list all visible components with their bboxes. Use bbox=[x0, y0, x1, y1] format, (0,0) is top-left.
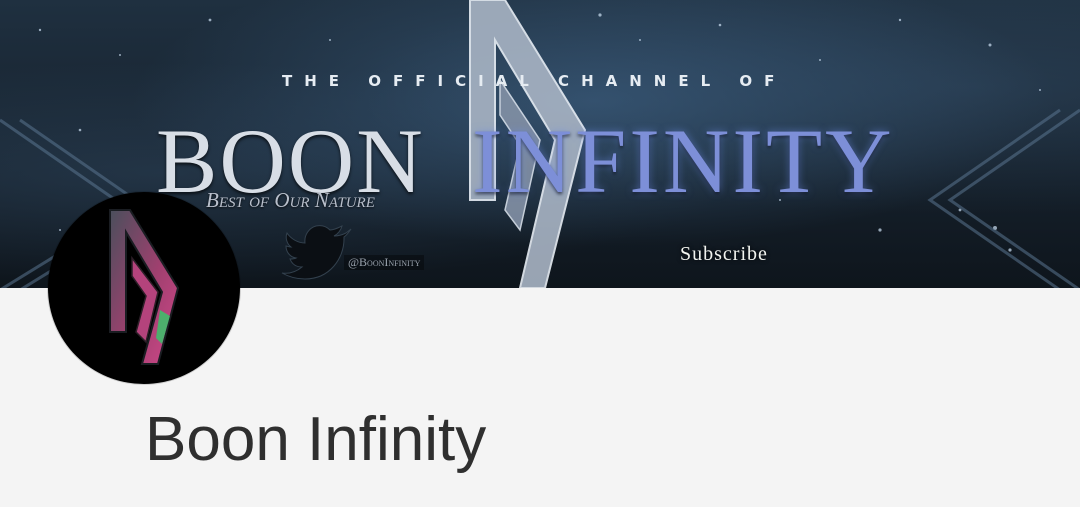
banner-title-infinity: INFINITY bbox=[472, 110, 895, 212]
banner-subscribe-text: Subscribe bbox=[680, 243, 768, 265]
banner-tagline: THE OFFICIAL CHANNEL OF bbox=[282, 72, 787, 90]
twitter-bird-icon bbox=[281, 225, 352, 280]
boon-infinity-logo-icon bbox=[109, 209, 180, 365]
banner-motto: Best of Our Nature bbox=[206, 188, 375, 212]
twitter-handle: @BoonInfinity bbox=[344, 255, 425, 270]
channel-name: Boon Infinity bbox=[145, 405, 487, 474]
channel-avatar[interactable] bbox=[48, 192, 240, 384]
